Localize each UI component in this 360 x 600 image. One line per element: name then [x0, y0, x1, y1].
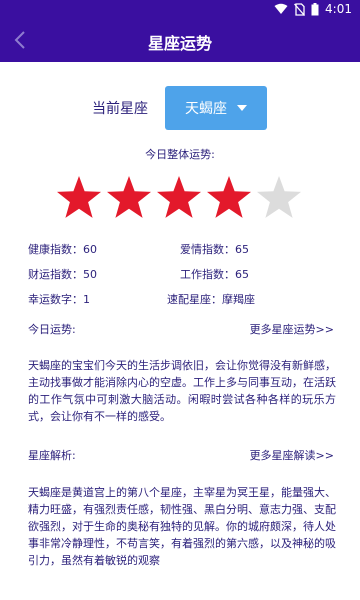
today-fortune-text: 天蝎座的宝宝们今天的生活步调依旧，会让你觉得没有新鲜感，主动找事做才能消除内心的…: [28, 359, 336, 423]
page-title: 星座运势: [147, 34, 212, 53]
chevron-down-icon: [237, 105, 247, 111]
no-sim-icon: [294, 2, 306, 16]
wealth-index: 财运指数：50: [28, 268, 97, 281]
today-fortune-header: 今日运势: 更多星座运势>>: [0, 321, 360, 337]
star-filled-icon: [107, 176, 151, 218]
love-index: 爱情指数：65: [180, 243, 249, 256]
work-index: 工作指数：65: [180, 268, 249, 281]
overall-fortune-title: 今日整体运势:: [145, 148, 215, 161]
app-bar: 星座运势: [0, 18, 360, 62]
health-index: 健康指数：60: [28, 243, 97, 256]
today-fortune-label: 今日运势:: [28, 323, 76, 336]
star-filled-icon: [57, 176, 101, 218]
battery-icon: [311, 2, 319, 15]
sign-selector-row: 当前星座 天蝎座: [0, 86, 360, 130]
analysis-text: 天蝎座是黄道宫上的第八个星座，主宰星为冥王星，能量强大、精力旺盛，有强烈责任感，…: [28, 486, 336, 567]
analysis-header: 星座解析: 更多星座解读>>: [0, 447, 360, 463]
status-bar: 4:01: [0, 0, 360, 18]
more-fortune-link[interactable]: 更多星座运势>>: [250, 321, 334, 337]
rating-stars: [56, 175, 304, 221]
current-sign-label: 当前星座: [92, 101, 148, 117]
wifi-icon: [274, 3, 288, 14]
analysis-label: 星座解析:: [28, 449, 76, 462]
sign-dropdown-value: 天蝎座: [185, 101, 227, 117]
matching-sign: 速配星座：摩羯座: [167, 293, 255, 306]
status-icons: 4:01: [274, 2, 352, 16]
sign-dropdown-button[interactable]: 天蝎座: [165, 86, 267, 130]
star-filled-icon: [207, 176, 251, 218]
star-empty-icon: [257, 176, 301, 218]
clock: 4:01: [325, 2, 352, 16]
lucky-number: 幸运数字：1: [28, 293, 90, 306]
star-filled-icon: [157, 176, 201, 218]
more-analysis-link[interactable]: 更多星座解读>>: [250, 447, 334, 463]
